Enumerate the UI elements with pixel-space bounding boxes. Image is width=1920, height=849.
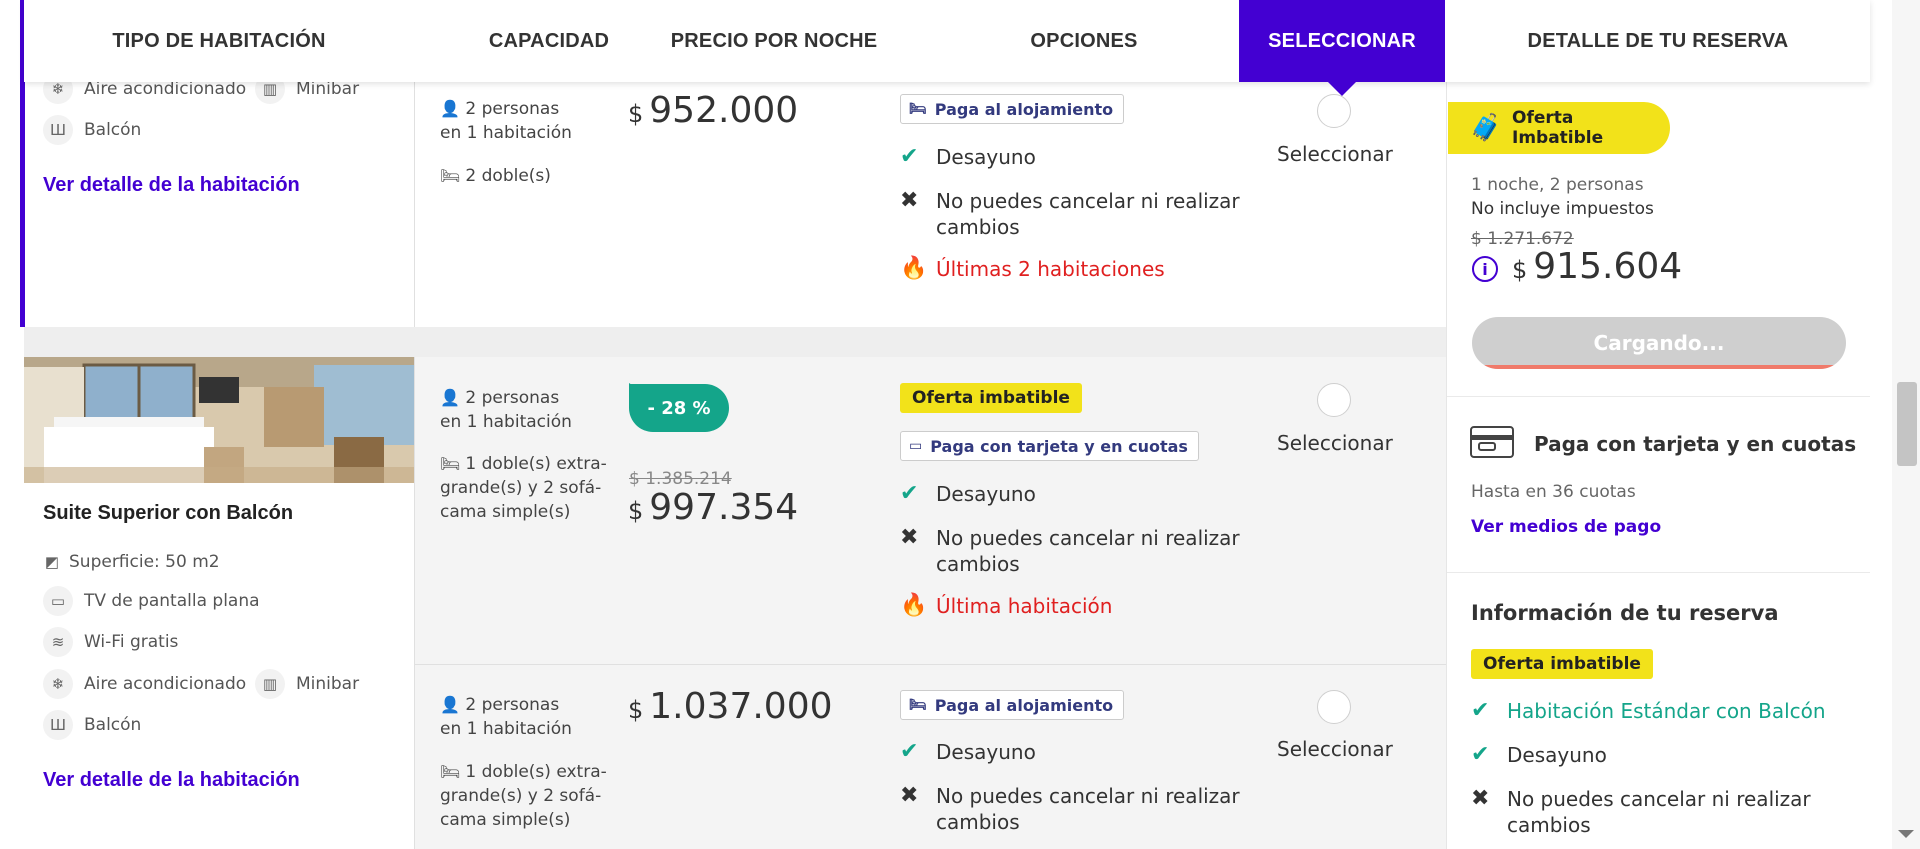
scrollbar-thumb[interactable] [1897,382,1917,466]
capacity: 👤 2 personas en 1 habitación [440,388,572,432]
select-label[interactable]: Seleccionar [1277,431,1393,455]
info-room: ✔ Habitación Estándar con Balcón [1471,698,1826,723]
loading-button[interactable]: Cargando... [1472,317,1846,369]
amenity-item: ❄ Aire acondicionado [43,669,246,699]
reservation-summary [1446,82,1870,849]
option-cancel: ✖ No puedes cancelar ni realizar cambios [900,525,1240,576]
snowflake-icon: ❄ [43,669,73,699]
col-price: PRECIO POR NOCHE [670,29,878,52]
rooms-table: ❄ Aire acondicionado ▥ Minibar Ш Balcón Ver… [0,0,1446,849]
option-breakfast: ✔ Desayuno [900,481,1036,506]
payment-methods-link[interactable]: Ver medios de pago [1471,517,1661,537]
option-breakfast: ✔ Desayuno [900,144,1036,169]
select-label[interactable]: Seleccionar [1277,142,1393,166]
tv-icon: ▭ [43,586,73,616]
option-cancel: ✖ No puedes cancelar ni realizar cambios [900,188,1240,239]
surface-icon: ◩ [44,553,60,571]
col-room-type: TIPO DE HABITACIÓN [112,29,326,52]
fire-icon: 🔥 [900,593,928,618]
suitcase-icon: 🧳 [1469,113,1503,143]
payment-tag: ▭ Paga con tarjeta y en cuotas [900,431,1199,461]
check-icon: ✔ [1471,698,1490,723]
option-cancel: ✖ No puedes cancelar ni realizar cambios [900,783,1240,834]
credit-card-icon [1470,426,1514,458]
bed-icon: 🛏 [909,101,927,117]
room-name: Suite Superior con Balcón [43,502,294,524]
bed-icon: 🛏 [909,697,927,713]
divider [1447,396,1870,397]
cross-icon: ✖ [900,783,919,808]
beds: 🛏 1 doble(s) extra-grande(s) y 2 sofá-ca… [440,762,607,830]
capacity: 👤 2 personas en 1 habitación [440,99,572,143]
room-detail-link[interactable]: Ver detalle de la habitación [43,769,300,792]
old-price: $ 1.385.214 [629,469,732,489]
info-title: Información de tu reserva [1471,601,1779,625]
availability: 🔥 Últimas 2 habitaciones [900,256,1165,281]
select-label[interactable]: Seleccionar [1277,737,1393,761]
payment-title: Paga con tarjeta y en cuotas [1534,432,1857,456]
amenity-item: Ш Balcón [43,115,141,145]
balcony-icon: Ш [43,115,73,145]
person-icon: 👤 [440,695,460,714]
cross-icon: ✖ [900,525,919,550]
room-photo-image [24,357,414,483]
scroll-down-arrow[interactable] [1898,830,1914,838]
divider [414,357,415,849]
cross-icon: ✖ [1471,786,1490,811]
col-select: SELECCIONAR [1239,0,1445,96]
check-icon: ✔ [900,739,919,764]
col-reservation-detail: DETALLE DE TU RESERVA [1527,29,1789,52]
option-breakfast: ✔ Desayuno [900,739,1036,764]
amenity-item: ▥ Minibar [255,669,359,699]
beds: 🛏 2 doble(s) [440,166,551,186]
fire-icon: 🔥 [900,256,928,281]
credit-card-icon: ▭ [909,438,923,454]
select-radio[interactable] [1317,94,1351,128]
bed-icon: 🛏 [440,762,461,781]
divider [1447,572,1870,573]
col-options: OPCIONES [1030,29,1138,52]
room-detail-link[interactable]: Ver detalle de la habitación [43,174,300,197]
info-cancel: ✖ No puedes cancelar ni realizar cambios [1471,786,1811,837]
offer-badge: Oferta imbatible [1471,649,1653,679]
select-radio[interactable] [1317,690,1351,724]
select-radio[interactable] [1317,383,1351,417]
discount-badge: - 28 % [629,384,729,432]
payment-tag: 🛏 Paga al alojamiento [900,690,1125,720]
room-photo[interactable] [24,357,414,483]
amenity-item: Ш Balcón [43,710,141,740]
amenity-surface: ◩ Superficie: 50 m2 [43,547,220,577]
balcony-icon: Ш [43,710,73,740]
payment-tag: 🛏 Paga al alojamiento [900,94,1125,124]
price: $1.037.000 [628,686,833,727]
stay-info: 1 noche, 2 personas [1471,175,1644,195]
check-icon: ✔ [1471,742,1490,767]
person-icon: 👤 [440,388,460,407]
table-header: TIPO DE HABITACIÓN CAPACIDAD PRECIO POR … [24,0,1870,96]
minibar-icon: ▥ [255,669,285,699]
cross-icon: ✖ [900,188,919,213]
capacity: 👤 2 personas en 1 habitación [440,695,572,739]
amenity-item: ≋ Wi-Fi gratis [43,627,178,657]
taxes-info: No incluye impuestos [1471,199,1654,219]
check-icon: ✔ [900,144,919,169]
amenity-item: ▭ TV de pantalla plana [43,586,260,616]
room-separator [24,327,1446,357]
check-icon: ✔ [900,481,919,506]
wifi-icon: ≋ [43,627,73,657]
total-price: $915.604 [1512,246,1683,287]
bed-icon: 🛏 [440,454,461,473]
availability: 🔥 Última habitación [900,593,1113,618]
offer-badge: Oferta imbatible [900,383,1082,413]
price: $997.354 [628,487,799,528]
divider [414,664,1446,665]
beds: 🛏 1 doble(s) extra-grande(s) y 2 sofá-ca… [440,454,607,522]
info-breakfast: ✔ Desayuno [1471,742,1607,767]
bed-icon: 🛏 [440,166,461,185]
payment-subtitle: Hasta en 36 cuotas [1471,482,1636,502]
price: $952.000 [628,90,799,131]
info-icon[interactable]: i [1472,256,1498,282]
person-icon: 👤 [440,99,460,118]
